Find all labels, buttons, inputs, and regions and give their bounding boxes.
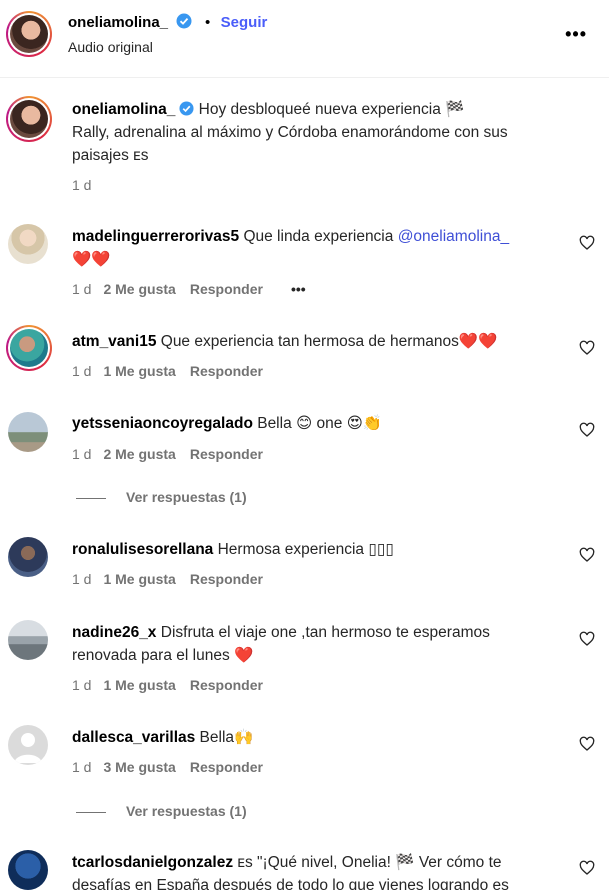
reply-button[interactable]: Responder [190, 363, 263, 379]
timestamp[interactable]: 1 d [72, 363, 91, 379]
avatar[interactable] [8, 537, 48, 577]
reply-button[interactable]: Responder [190, 446, 263, 462]
comment-text: tcarlosdanielgonzalez ᴇs "¡Qué nivel, On… [72, 854, 509, 890]
comment-username[interactable]: madelinguerrerorivas5 [72, 228, 239, 245]
caption-username[interactable]: oneliamolina_ [72, 101, 175, 118]
comment-username[interactable]: ronalulisesorellana [72, 541, 213, 558]
reply-button[interactable]: Responder [190, 571, 263, 587]
avatar[interactable] [8, 224, 48, 264]
reply-button[interactable]: Responder [190, 677, 263, 693]
comment-username[interactable]: atm_vani15 [72, 333, 156, 350]
audio-subtitle[interactable]: Audio original [68, 39, 153, 55]
follow-button[interactable]: Seguir [221, 14, 268, 31]
timestamp[interactable]: 1 d [72, 281, 91, 297]
likes-count[interactable]: 1 Me gusta [103, 677, 175, 693]
comment-text: atm_vani15 Que experiencia tan hermosa d… [72, 333, 498, 350]
comment-text: ronalulisesorellana Hermosa experiencia … [72, 541, 394, 558]
likes-count[interactable]: 2 Me gusta [103, 281, 175, 297]
likes-count[interactable]: 3 Me gusta [103, 759, 175, 775]
more-options-icon[interactable]: ••• [565, 24, 587, 45]
timestamp[interactable]: 1 d [72, 446, 91, 462]
comment-username[interactable]: nadine26_x [72, 624, 156, 641]
caption-text: oneliamolina_ Hoy desbloqueé nueva exper… [72, 98, 592, 167]
verified-badge-icon [179, 101, 194, 116]
like-heart-icon[interactable] [579, 860, 595, 876]
divider [76, 811, 106, 813]
likes-count[interactable]: 1 Me gusta [103, 363, 175, 379]
comment-text: yetsseniaoncoyregalado Bella 😊 one 😍👏 [72, 415, 383, 432]
comment-options-icon[interactable]: ••• [291, 281, 306, 297]
comment-meta: 1 d 3 Me gusta Responder [72, 759, 263, 775]
comment-text: dallesca_varillas Bella🙌 [72, 729, 254, 746]
comment-meta: 1 d 2 Me gusta Responder ••• [72, 281, 306, 297]
avatar[interactable] [8, 850, 48, 890]
default-avatar-icon[interactable] [8, 725, 48, 765]
avatar [10, 100, 48, 138]
reply-button[interactable]: Responder [190, 281, 263, 297]
comment-text: nadine26_x Disfruta el viaje one ,tan he… [72, 624, 490, 664]
like-heart-icon[interactable] [579, 547, 595, 563]
timestamp[interactable]: 1 d [72, 177, 91, 193]
person-silhouette-icon [14, 733, 42, 763]
likes-count[interactable]: 1 Me gusta [103, 571, 175, 587]
story-ring[interactable] [6, 325, 52, 371]
story-ring[interactable] [6, 11, 52, 57]
caption-story-ring[interactable] [6, 96, 52, 142]
divider [76, 497, 106, 499]
caption-line-2: Rally, adrenalina al máximo y Córdoba en… [72, 124, 508, 141]
separator-dot: • [204, 14, 211, 31]
avatar [10, 329, 48, 367]
comment-username[interactable]: yetsseniaoncoyregalado [72, 415, 253, 432]
avatar [10, 15, 48, 53]
comment-text: madelinguerrerorivas5 Que linda experien… [72, 228, 510, 268]
comment-username[interactable]: tcarlosdanielgonzalez [72, 854, 233, 871]
comment-meta: 1 d 1 Me gusta Responder [72, 677, 263, 693]
comment-username[interactable]: dallesca_varillas [72, 729, 195, 746]
timestamp[interactable]: 1 d [72, 571, 91, 587]
likes-count[interactable]: 2 Me gusta [103, 446, 175, 462]
comment-meta: 1 d 2 Me gusta Responder [72, 446, 263, 462]
reply-button[interactable]: Responder [190, 759, 263, 775]
caption-line-1: Hoy desbloqueé nueva experiencia 🏁 [194, 101, 465, 118]
avatar[interactable] [8, 412, 48, 452]
like-heart-icon[interactable] [579, 736, 595, 752]
view-replies-button[interactable]: Ver respuestas (1) [76, 489, 247, 505]
caption-meta: 1 d [72, 177, 103, 193]
timestamp[interactable]: 1 d [72, 677, 91, 693]
caption-line-3: paisajes ᴇs [72, 147, 149, 164]
comment-meta: 1 d 1 Me gusta Responder [72, 571, 263, 587]
like-heart-icon[interactable] [579, 340, 595, 356]
mention-link[interactable]: @oneliamolina_ [398, 228, 509, 245]
view-replies-button[interactable]: Ver respuestas (1) [76, 803, 247, 819]
like-heart-icon[interactable] [579, 235, 595, 251]
post-header: oneliamolina_ • Seguir Audio original ••… [0, 0, 609, 78]
timestamp[interactable]: 1 d [72, 759, 91, 775]
like-heart-icon[interactable] [579, 422, 595, 438]
author-username[interactable]: oneliamolina_ [68, 14, 168, 31]
avatar[interactable] [8, 620, 48, 660]
like-heart-icon[interactable] [579, 631, 595, 647]
comment-meta: 1 d 1 Me gusta Responder [72, 363, 263, 379]
verified-badge-icon [176, 13, 192, 29]
